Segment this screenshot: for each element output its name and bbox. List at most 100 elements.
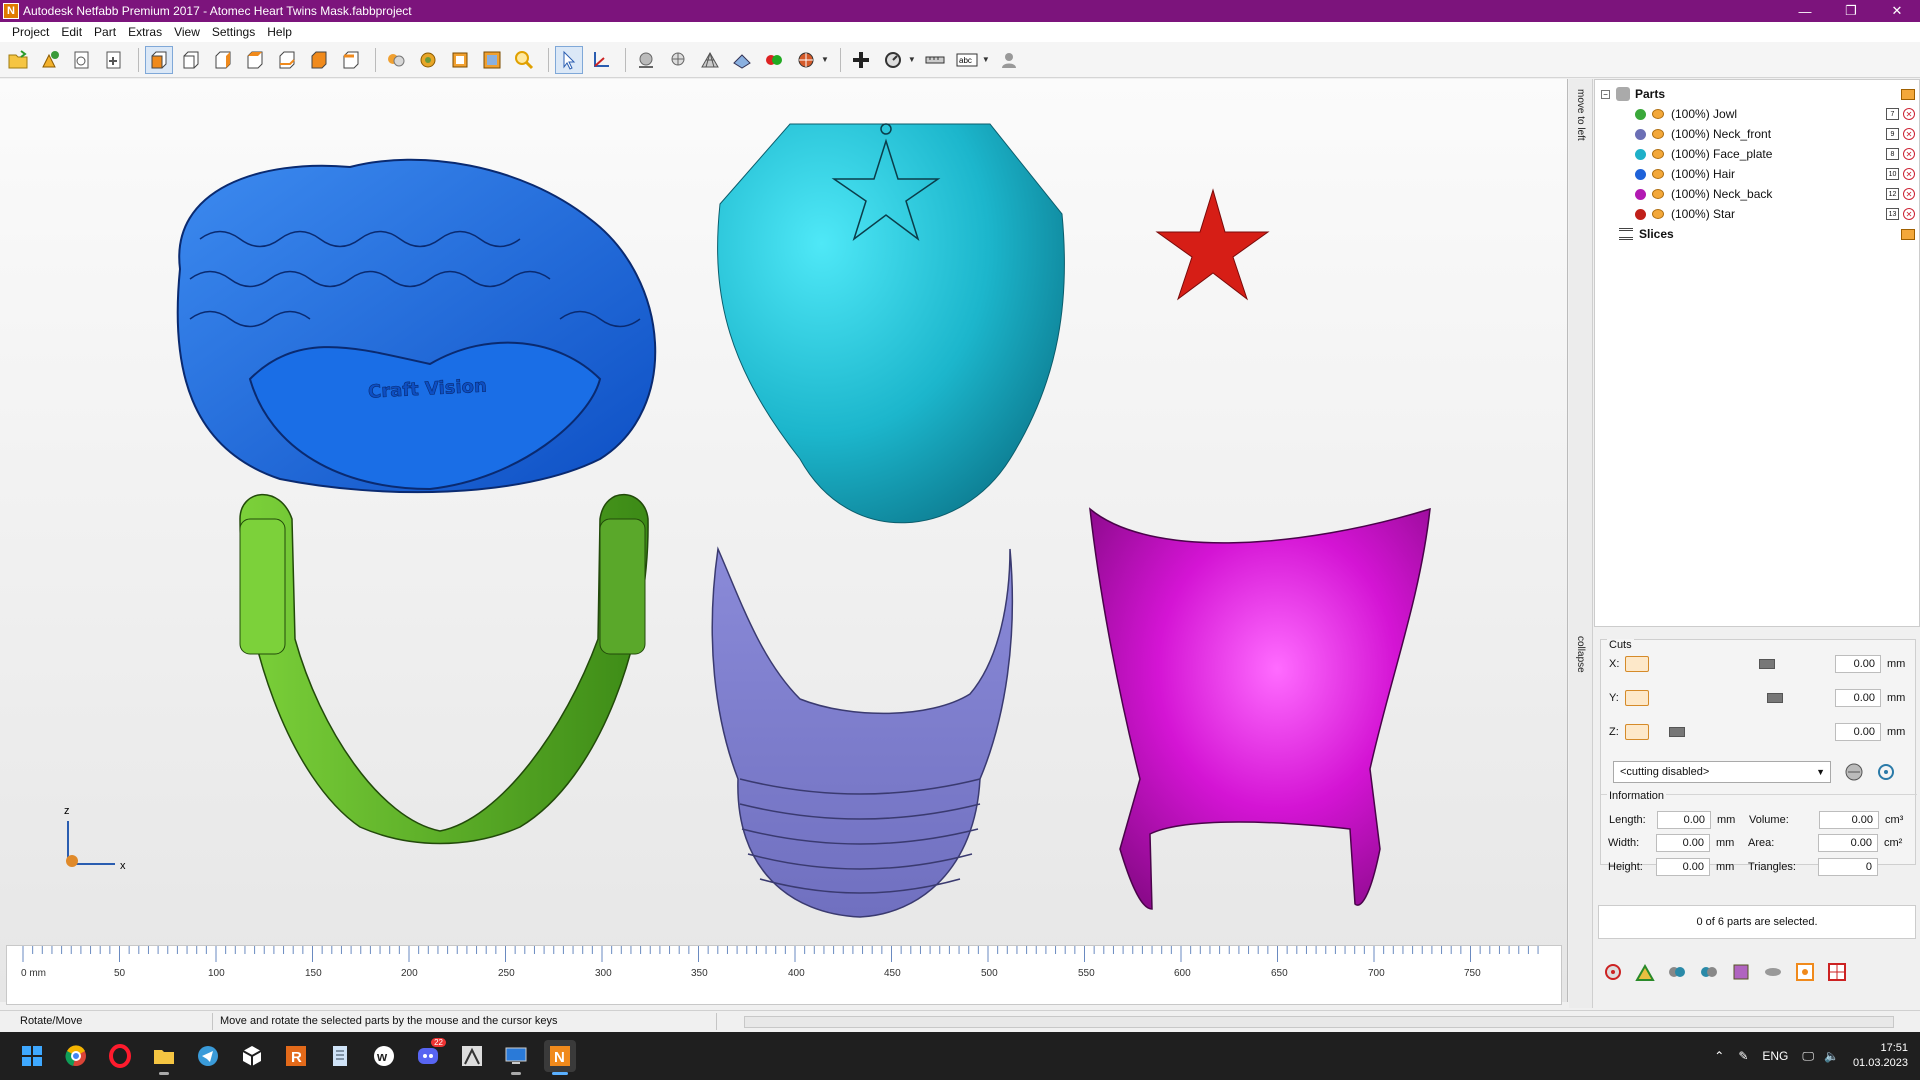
neck-front-part[interactable] (711, 546, 1014, 918)
taskbar-app-cube[interactable] (236, 1040, 268, 1072)
zoom-all-button[interactable] (414, 46, 442, 74)
add-page-button[interactable] (100, 46, 128, 74)
shaded-view-button[interactable] (632, 46, 660, 74)
render-mode-dropdown-arrow[interactable]: ▼ (821, 55, 829, 64)
slider-knob[interactable] (1669, 727, 1685, 737)
remove-part-icon[interactable]: ✕ (1903, 148, 1915, 160)
color-view-button[interactable] (760, 46, 788, 74)
label-dropdown-arrow[interactable]: ▼ (982, 55, 990, 64)
support-button[interactable] (1632, 959, 1658, 985)
language-indicator[interactable]: ENG (1762, 1049, 1788, 1063)
zoom-window-button[interactable] (478, 46, 506, 74)
remove-part-icon[interactable]: ✕ (1903, 188, 1915, 200)
cut-refresh-button[interactable] (1875, 761, 1899, 783)
tree-item-face-plate[interactable]: (100%) Face_plate (1635, 144, 1772, 164)
cut-x-input[interactable]: 0.00 (1835, 655, 1881, 673)
taskbar-chrome[interactable] (60, 1040, 92, 1072)
label-tool-button[interactable]: abc (953, 46, 981, 74)
menu-view[interactable]: View (168, 22, 206, 42)
visibility-eye-icon[interactable] (1652, 109, 1664, 119)
collapse-tab[interactable]: collapse (1575, 636, 1586, 673)
slice-button[interactable] (1760, 959, 1786, 985)
select-tool-button[interactable] (555, 45, 583, 74)
view-back-button[interactable] (177, 46, 205, 74)
view-iso-button[interactable] (337, 46, 365, 74)
taskbar-notepad[interactable] (324, 1040, 356, 1072)
cut-z-slider[interactable] (1657, 724, 1817, 740)
move-tool-button[interactable] (587, 46, 615, 74)
cut-x-slider[interactable] (1657, 656, 1817, 672)
cut-z-input[interactable]: 0.00 (1835, 723, 1881, 741)
start-button[interactable] (16, 1040, 48, 1072)
scene-canvas[interactable]: Craft Vision z x (0, 79, 1568, 945)
visibility-eye-icon[interactable] (1652, 189, 1664, 199)
taskbar-discord[interactable]: 22 (412, 1038, 446, 1072)
section-view-button[interactable] (728, 46, 756, 74)
collapse-toggle-icon[interactable]: − (1601, 89, 1610, 99)
tree-item-hair[interactable]: (100%) Hair (1635, 164, 1735, 184)
shell-button[interactable] (1728, 959, 1754, 985)
tree-item-slices[interactable]: Slices (1619, 224, 1674, 244)
remove-part-icon[interactable]: ✕ (1903, 168, 1915, 180)
tree-item-star[interactable]: (100%) Star (1635, 204, 1735, 224)
network-icon[interactable]: 🖵 (1802, 1049, 1814, 1064)
cutting-mode-select[interactable]: <cutting disabled> ▼ (1613, 761, 1831, 783)
menu-edit[interactable]: Edit (55, 22, 88, 42)
restore-button[interactable]: ❐ (1828, 0, 1874, 22)
remove-part-icon[interactable]: ✕ (1903, 128, 1915, 140)
menu-project[interactable]: Project (6, 22, 55, 42)
visibility-eye-icon[interactable] (1652, 169, 1664, 179)
zoom-platform-button[interactable] (446, 46, 474, 74)
render-mode-button[interactable] (792, 46, 820, 74)
add-marker-button[interactable] (847, 46, 875, 74)
boolean-button[interactable] (1664, 959, 1690, 985)
taskbar-r-app[interactable]: R (280, 1040, 312, 1072)
open-folder-icon[interactable] (1901, 88, 1915, 100)
taskbar-telegram[interactable] (192, 1040, 224, 1072)
open-project-button[interactable] (4, 46, 32, 74)
new-project-button[interactable] (68, 46, 96, 74)
visibility-eye-icon[interactable] (1652, 149, 1664, 159)
open-folder-icon[interactable] (1901, 228, 1915, 240)
view-bottom-button[interactable] (305, 46, 333, 74)
view-left-button[interactable] (209, 46, 237, 74)
move-to-left-tab[interactable]: move to left (1575, 89, 1586, 141)
clock[interactable]: 17:51 01.03.2023 (1853, 1041, 1908, 1071)
wireframe-view-button[interactable] (664, 46, 692, 74)
measure-dropdown-arrow[interactable]: ▼ (908, 55, 916, 64)
3d-viewport[interactable]: Craft Vision z x (0, 79, 1568, 1002)
add-part-button[interactable] (36, 46, 64, 74)
minimize-button[interactable]: — (1782, 0, 1828, 22)
remove-part-icon[interactable]: ✕ (1903, 108, 1915, 120)
analysis-button[interactable] (1792, 959, 1818, 985)
hair-part[interactable]: Craft Vision (176, 158, 657, 494)
close-button[interactable]: ✕ (1874, 0, 1920, 22)
lattice-button[interactable] (1824, 959, 1850, 985)
tree-root-parts[interactable]: − Parts (1601, 84, 1665, 104)
cut-x-toggle[interactable] (1625, 656, 1649, 672)
volume-icon[interactable]: 🔈 (1824, 1049, 1839, 1063)
visibility-eye-icon[interactable] (1652, 129, 1664, 139)
ruler-tool-button[interactable] (921, 46, 949, 74)
cut-y-input[interactable]: 0.00 (1835, 689, 1881, 707)
cut-y-toggle[interactable] (1625, 690, 1649, 706)
view-top-button[interactable] (273, 46, 301, 74)
view-front-button[interactable] (145, 45, 173, 74)
screenshot-button[interactable] (995, 46, 1023, 74)
taskbar-monitor-app[interactable] (500, 1040, 532, 1075)
repair-button[interactable] (1600, 959, 1626, 985)
zoom-button[interactable] (510, 46, 538, 74)
zoom-selection-button[interactable] (382, 46, 410, 74)
taskbar-explorer[interactable] (148, 1040, 180, 1075)
neck-back-part[interactable] (1089, 507, 1431, 910)
taskbar-w-app[interactable]: w (368, 1040, 400, 1072)
taskbar-zbrush[interactable] (456, 1040, 488, 1072)
cut-tool-button[interactable] (1843, 761, 1867, 783)
tray-overflow-chevron-icon[interactable]: ⌃ (1714, 1049, 1724, 1063)
menu-part[interactable]: Part (88, 22, 122, 42)
tree-item-jowl[interactable]: (100%) Jowl (1635, 104, 1737, 124)
jowl-part[interactable] (239, 493, 649, 845)
view-right-button[interactable] (241, 46, 269, 74)
face-plate-part[interactable] (717, 123, 1065, 524)
menu-extras[interactable]: Extras (122, 22, 168, 42)
